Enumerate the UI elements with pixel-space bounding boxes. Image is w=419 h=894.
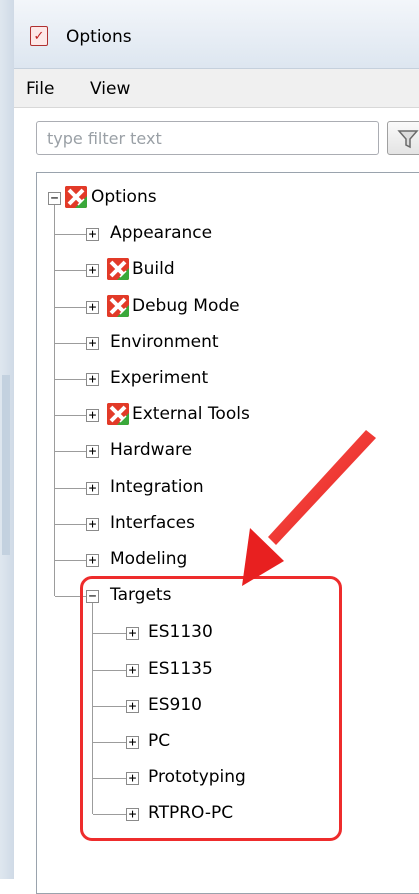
background-window-edge (0, 0, 15, 879)
red-arrow-icon (242, 430, 376, 586)
annotation-arrow (242, 430, 376, 586)
background-window-mark (2, 375, 10, 555)
options-window: ✓ Options File View −Options+Appearance+… (14, 0, 419, 894)
